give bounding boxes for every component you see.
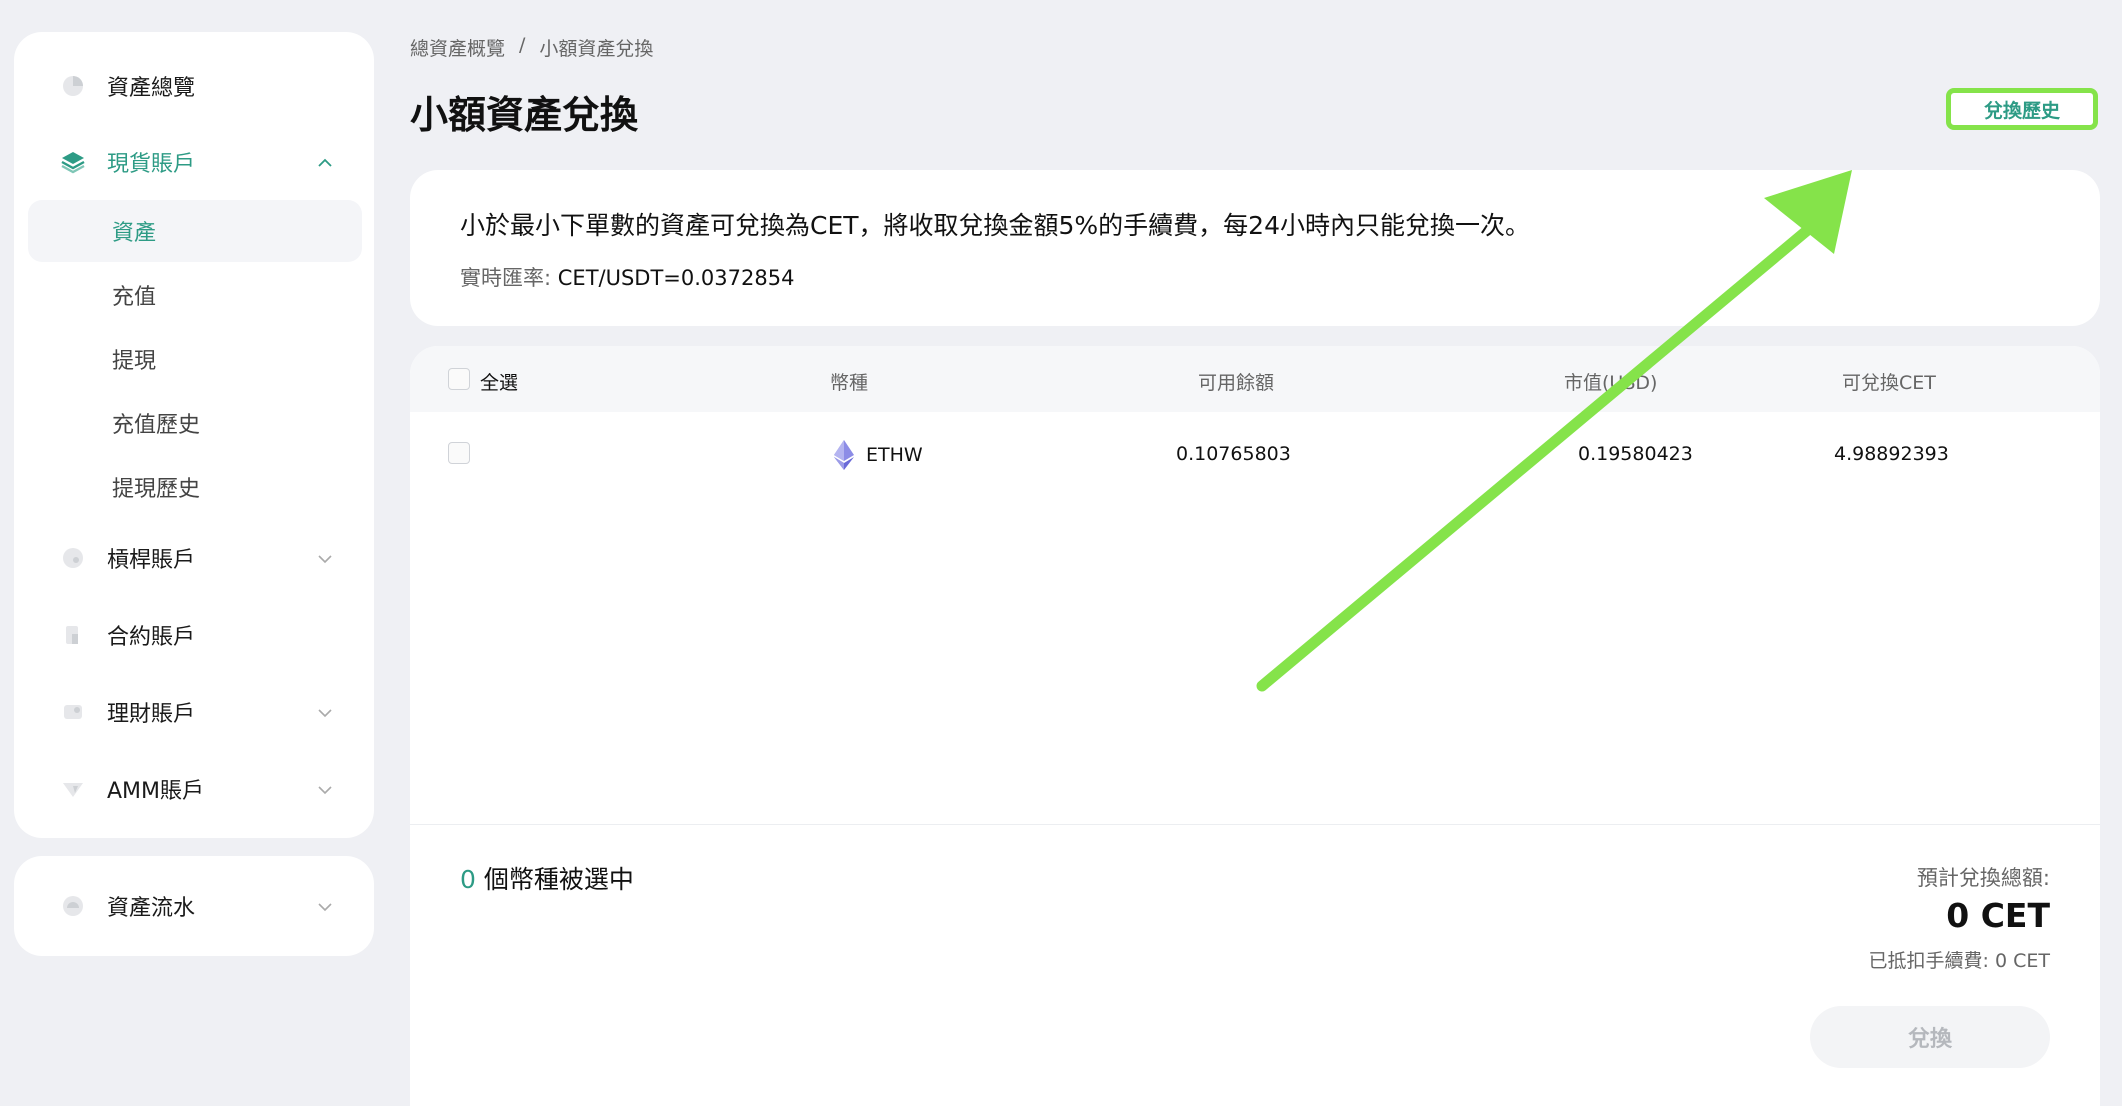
contract-icon: [60, 622, 86, 648]
column-header-coin: 幣種: [830, 372, 869, 394]
market-value: 0.19580423: [1578, 443, 1693, 465]
convertible-cet: 4.98892393: [1834, 443, 1949, 465]
layers-icon: [60, 149, 86, 175]
sidebar-item-futures-account[interactable]: 合約賬戶: [14, 607, 374, 663]
asset-table-card: 全選 幣種 可用餘額 市值(USD) 可兌換CET ETHW 0.1076580…: [410, 346, 2100, 1106]
coin-name: ETHW: [866, 444, 923, 466]
sidebar-secondary: 資產流水: [14, 856, 374, 956]
info-description: 小於最小下單數的資產可兌換為CET，將收取兌換金額5%的手續費，每24小時內只能…: [460, 211, 1530, 240]
convert-button[interactable]: 兌換: [1810, 1006, 2050, 1068]
selected-count-label: 個幣種被選中: [483, 865, 634, 894]
sidebar-item-label: 合約賬戶: [107, 625, 196, 650]
sidebar-item-margin-account[interactable]: 槓桿賬戶: [14, 530, 374, 586]
sidebar: 資產總覽 現貨賬戶 資產 充值 提現 充值歷史 提現歷史 槓桿賬戶 合約賬戶 理…: [14, 32, 374, 838]
info-card: 小於最小下單數的資產可兌換為CET，將收取兌換金額5%的手續費，每24小時內只能…: [410, 170, 2100, 326]
chevron-down-icon[interactable]: [316, 550, 334, 568]
chevron-down-icon[interactable]: [316, 704, 334, 722]
breadcrumb: 總資產概覽 / 小額資產兌換: [410, 34, 653, 61]
finance-icon: [60, 699, 86, 725]
column-header-available: 可用餘額: [1198, 372, 1275, 394]
sidebar-sub-item-label: 充值歷史: [112, 413, 201, 438]
column-header-market-value: 市值(USD): [1564, 372, 1658, 394]
column-header-convertible: 可兌換CET: [1842, 372, 1936, 394]
sidebar-item-finance-account[interactable]: 理財賬戶: [14, 684, 374, 740]
ethereum-icon: [834, 440, 854, 470]
sidebar-sub-item-deposit[interactable]: 充值: [28, 264, 362, 326]
sidebar-item-spot-account[interactable]: 現貨賬戶: [14, 134, 374, 190]
sidebar-sub-item-withdraw-history[interactable]: 提現歷史: [28, 456, 362, 518]
row-checkbox[interactable]: [448, 442, 470, 464]
realtime-rate: 實時匯率: CET/USDT=0.0372854: [460, 262, 794, 292]
sidebar-sub-item-label: 充值: [112, 285, 157, 310]
select-all-checkbox[interactable]: [448, 368, 470, 390]
estimate-label: 預計兌換總額:: [1916, 866, 2050, 890]
sidebar-sub-item-label: 提現歷史: [112, 477, 201, 502]
sidebar-item-label: 現貨賬戶: [107, 152, 196, 177]
selected-count-number: 0: [460, 865, 476, 894]
fee-deducted: 已抵扣手續費: 0 CET: [1868, 950, 2050, 972]
rate-label: 實時匯率:: [460, 266, 552, 290]
sidebar-item-asset-flow[interactable]: 資產流水: [14, 878, 374, 934]
leverage-icon: [60, 545, 86, 571]
conversion-history-button[interactable]: 兌換歷史: [1946, 88, 2098, 130]
page-title: 小額資產兌換: [410, 93, 639, 137]
sidebar-item-label: AMM賬戶: [107, 779, 205, 804]
table-header: 全選 幣種 可用餘額 市值(USD) 可兌換CET: [410, 346, 2100, 412]
estimate-value: 0 CET: [1946, 896, 2050, 935]
sidebar-sub-item-deposit-history[interactable]: 充值歷史: [28, 392, 362, 454]
pie-chart-icon: [60, 73, 86, 99]
chevron-down-icon[interactable]: [316, 781, 334, 799]
divider: [410, 824, 2100, 825]
coin-cell: ETHW: [834, 440, 923, 470]
breadcrumb-root-link[interactable]: 總資產概覽: [410, 34, 505, 61]
amm-icon: [60, 776, 86, 802]
sidebar-sub-item-label: 提現: [112, 349, 157, 374]
sidebar-sub-item-withdraw[interactable]: 提現: [28, 328, 362, 390]
sidebar-item-label: 理財賬戶: [107, 702, 196, 727]
sidebar-item-amm-account[interactable]: AMM賬戶: [14, 761, 374, 817]
sidebar-item-asset-overview[interactable]: 資產總覽: [14, 58, 374, 114]
chevron-up-icon[interactable]: [316, 154, 334, 172]
selected-count: 0 個幣種被選中: [460, 860, 634, 896]
sidebar-sub-item-assets[interactable]: 資產: [28, 200, 362, 262]
rate-value: CET/USDT=0.0372854: [557, 266, 795, 290]
sidebar-item-label: 資產流水: [107, 896, 196, 921]
chevron-down-icon[interactable]: [316, 898, 334, 916]
breadcrumb-separator: /: [519, 34, 526, 56]
available-balance: 0.10765803: [1176, 443, 1291, 465]
sidebar-item-label: 資產總覽: [107, 76, 196, 101]
sidebar-item-label: 槓桿賬戶: [107, 548, 196, 573]
flow-icon: [60, 893, 86, 919]
select-all-label[interactable]: 全選: [480, 368, 518, 395]
breadcrumb-current: 小額資產兌換: [539, 38, 654, 60]
sidebar-sub-item-label: 資產: [112, 221, 157, 246]
